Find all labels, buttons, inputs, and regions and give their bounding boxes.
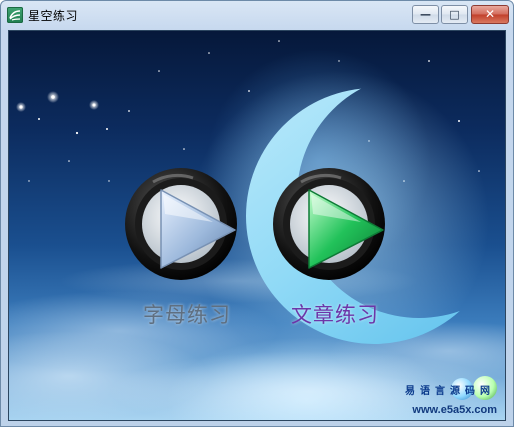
minimize-button[interactable]: — (412, 5, 439, 24)
letters-practice-label[interactable]: 字母练习 (143, 299, 231, 329)
crescent-moon (9, 31, 505, 420)
window-title: 星空练习 (28, 9, 79, 23)
site-watermark: 易语言源码网 www.e5a5x.com (389, 376, 499, 416)
title-bar[interactable]: 星空练习 — □ ✕ (1, 1, 513, 30)
watermark-brand: 易语言源码网 (405, 386, 495, 397)
watermark-url: www.e5a5x.com (412, 404, 497, 416)
article-practice-label[interactable]: 文章练习 (291, 299, 379, 329)
close-button[interactable]: ✕ (471, 5, 509, 24)
background-scene: 字母练习 文章练习 易语言源码网 www.e5a5x.com (8, 30, 506, 421)
maximize-icon: □ (449, 8, 460, 21)
minimize-icon: — (420, 8, 431, 21)
app-logo-icon (7, 7, 23, 23)
maximize-button[interactable]: □ (441, 5, 468, 24)
letters-practice-button[interactable] (123, 164, 243, 284)
article-practice-button[interactable] (271, 164, 391, 284)
close-icon: ✕ (484, 7, 496, 21)
app-window: 星空练习 — □ ✕ 字母练习 文章练习 易语言源码网 www.e5a5x.co… (0, 0, 514, 427)
